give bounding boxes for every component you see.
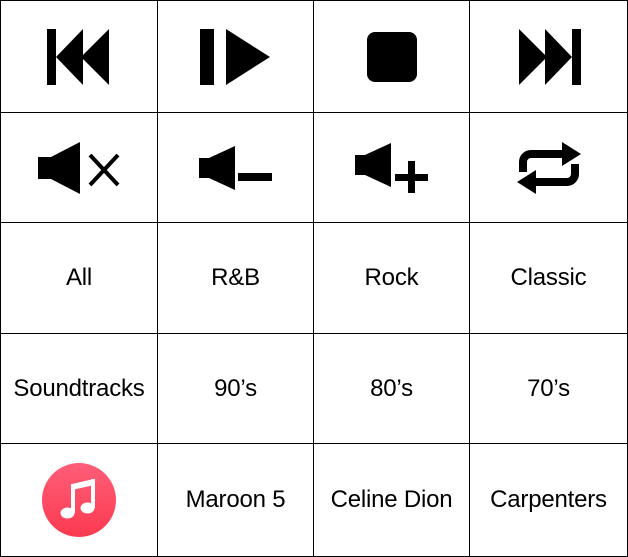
decade-label: 90’s bbox=[214, 374, 257, 402]
decade-label: Soundtracks bbox=[13, 374, 145, 402]
mute-button[interactable] bbox=[1, 113, 157, 222]
stop-button[interactable] bbox=[314, 1, 469, 112]
fast-forward-icon bbox=[518, 28, 581, 85]
music-control-grid: All R&B Rock Classic Soundtracks 90’s 80… bbox=[0, 0, 628, 557]
genre-classic-button[interactable]: Classic bbox=[470, 223, 627, 333]
decade-70s-button[interactable]: 70’s bbox=[470, 334, 627, 443]
genre-label: R&B bbox=[211, 264, 260, 291]
rewind-button[interactable] bbox=[1, 1, 157, 112]
genre-label: Classic bbox=[510, 264, 587, 291]
play-pause-button[interactable] bbox=[158, 1, 313, 112]
volume-down-icon bbox=[198, 145, 272, 190]
artist-label: Celine Dion bbox=[330, 486, 453, 513]
decade-90s-button[interactable]: 90’s bbox=[158, 334, 313, 443]
decade-label: 70’s bbox=[527, 374, 570, 402]
artist-label: Carpenters bbox=[490, 486, 607, 513]
genre-rnb-button[interactable]: R&B bbox=[158, 223, 313, 333]
artist-label: Maroon 5 bbox=[185, 486, 286, 513]
genre-label: All bbox=[65, 264, 93, 291]
genre-rock-button[interactable]: Rock bbox=[314, 223, 469, 333]
rewind-icon bbox=[47, 28, 109, 85]
volume-up-button[interactable] bbox=[314, 113, 469, 222]
decade-label: 80’s bbox=[370, 374, 413, 402]
stop-icon bbox=[366, 31, 417, 82]
repeat-button[interactable] bbox=[470, 113, 627, 222]
artist-celine-dion-button[interactable]: Celine Dion bbox=[314, 444, 469, 556]
genre-all-button[interactable]: All bbox=[1, 223, 157, 333]
fast-forward-button[interactable] bbox=[470, 1, 627, 112]
artist-carpenters-button[interactable]: Carpenters bbox=[470, 444, 627, 556]
music-app-icon bbox=[42, 463, 116, 537]
decade-80s-button[interactable]: 80’s bbox=[314, 334, 469, 443]
artist-maroon5-button[interactable]: Maroon 5 bbox=[158, 444, 313, 556]
soundtracks-button[interactable]: Soundtracks bbox=[1, 334, 157, 443]
repeat-icon bbox=[516, 141, 581, 194]
volume-up-icon bbox=[354, 142, 428, 193]
play-pause-icon bbox=[199, 28, 270, 85]
genre-label: Rock bbox=[364, 264, 419, 291]
music-app-button[interactable] bbox=[1, 444, 157, 556]
mute-icon bbox=[38, 141, 120, 194]
volume-down-button[interactable] bbox=[158, 113, 313, 222]
